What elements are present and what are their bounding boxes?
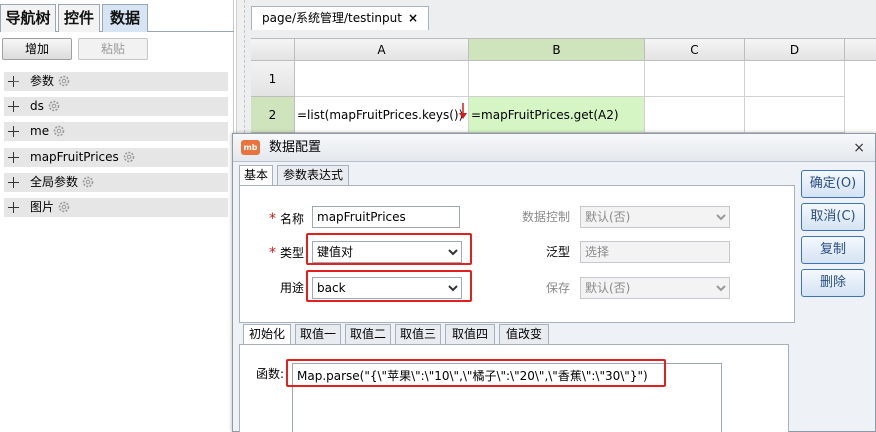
tree-item[interactable]: 全局参数 bbox=[4, 173, 228, 192]
tab-nav-tree[interactable]: 导航树 bbox=[0, 4, 56, 32]
tree-item-label: 图片 bbox=[30, 200, 55, 214]
tree-item-label: ds bbox=[30, 99, 44, 113]
save-select[interactable]: 默认(否) bbox=[580, 277, 730, 299]
copy-button[interactable]: 复制 bbox=[801, 236, 865, 264]
tree-item[interactable]: ds bbox=[4, 97, 228, 116]
cell-d1[interactable] bbox=[745, 61, 845, 97]
expand-icon[interactable] bbox=[8, 152, 19, 163]
data-config-dialog: mb 数据配置 × 基本 参数表达式 * 名称 mapFruitPrices 数据… bbox=[232, 133, 876, 432]
delete-button[interactable]: 删除 bbox=[801, 269, 865, 297]
tab-param-expression[interactable]: 参数表达式 bbox=[277, 165, 349, 185]
name-input[interactable]: mapFruitPrices bbox=[312, 206, 460, 228]
tab-init[interactable]: 初始化 bbox=[243, 324, 291, 344]
cell-d2[interactable] bbox=[745, 97, 845, 133]
data-control-select[interactable]: 默认(否) bbox=[580, 206, 730, 228]
expand-icon[interactable] bbox=[8, 76, 19, 87]
gear-icon bbox=[58, 201, 70, 213]
app-logo-icon: mb bbox=[241, 140, 260, 155]
left-toolbar: 增加 粘贴 bbox=[0, 36, 234, 64]
required-asterisk: * bbox=[268, 245, 276, 261]
cancel-button[interactable]: 取消(C) bbox=[801, 203, 865, 231]
tab-get-value-3[interactable]: 取值三 bbox=[395, 324, 441, 344]
cell-b2[interactable]: =mapFruitPrices.get(A2) bbox=[469, 97, 645, 133]
row-header-2[interactable]: 2 bbox=[251, 97, 295, 133]
gear-icon bbox=[58, 75, 70, 87]
tab-controls[interactable]: 控件 bbox=[58, 4, 100, 32]
cell-c1[interactable] bbox=[645, 61, 745, 97]
expand-icon[interactable] bbox=[8, 202, 19, 213]
gear-icon bbox=[82, 176, 94, 188]
usage-select[interactable]: back bbox=[312, 277, 462, 299]
expand-icon[interactable] bbox=[8, 126, 19, 137]
close-icon[interactable]: × bbox=[853, 134, 865, 162]
function-label: 函数: bbox=[256, 367, 285, 381]
required-asterisk: * bbox=[268, 211, 276, 227]
left-tabs: 导航树 控件 数据 bbox=[0, 4, 234, 32]
generic-label: 泛型 bbox=[545, 245, 570, 259]
save-label: 保存 bbox=[545, 281, 570, 295]
tree-item[interactable]: mapFruitPrices bbox=[4, 148, 228, 167]
expand-icon[interactable] bbox=[8, 177, 19, 188]
generic-input[interactable]: 选择 bbox=[580, 241, 730, 263]
document-tab-label: page/系统管理/testinput bbox=[262, 11, 402, 25]
tree-item-label: 参数 bbox=[30, 74, 55, 88]
column-header-d[interactable]: D bbox=[745, 39, 845, 61]
name-label: * 名称 bbox=[268, 211, 304, 227]
add-button[interactable]: 增加 bbox=[2, 38, 72, 60]
grid-corner[interactable] bbox=[251, 39, 295, 61]
chevron-down-icon bbox=[716, 214, 726, 221]
tab-get-value-2[interactable]: 取值二 bbox=[345, 324, 391, 344]
gear-icon bbox=[123, 151, 135, 163]
column-header-extra[interactable] bbox=[845, 39, 876, 61]
left-panel: 导航树 控件 数据 增加 粘贴 参数 ds me mapFruitPrices … bbox=[0, 0, 234, 432]
expand-down-arrow-icon bbox=[459, 103, 467, 119]
tab-value-change[interactable]: 值改变 bbox=[499, 324, 549, 344]
paste-button[interactable]: 粘贴 bbox=[78, 38, 148, 60]
chevron-down-icon bbox=[716, 285, 726, 292]
close-tab-icon[interactable]: × bbox=[408, 11, 418, 25]
tree-item-label: mapFruitPrices bbox=[30, 150, 119, 164]
basic-panel: * 名称 mapFruitPrices 数据控制 默认(否) * 类型 键值对 泛型… bbox=[239, 185, 795, 323]
ok-button[interactable]: 确定(O) bbox=[801, 170, 865, 198]
type-label: * 类型 bbox=[268, 245, 304, 261]
tree-item-label: 全局参数 bbox=[30, 175, 79, 189]
usage-label: 用途 bbox=[279, 281, 304, 295]
tree-item-label: me bbox=[30, 124, 50, 138]
tab-data[interactable]: 数据 bbox=[102, 4, 148, 32]
gear-icon bbox=[53, 125, 65, 137]
tab-get-value-1[interactable]: 取值一 bbox=[295, 324, 341, 344]
document-tab[interactable]: page/系统管理/testinput × bbox=[251, 6, 430, 30]
tab-basic[interactable]: 基本 bbox=[239, 165, 273, 185]
cell-a1[interactable] bbox=[295, 61, 469, 97]
dialog-title: 数据配置 bbox=[269, 140, 322, 155]
tab-get-value-4[interactable]: 取值四 bbox=[445, 324, 495, 344]
gear-icon bbox=[48, 100, 60, 112]
function-textarea[interactable]: Map.parse("{\"苹果\":\"10\",\"橘子\":\"20\",… bbox=[292, 363, 722, 432]
column-header-a[interactable]: A bbox=[295, 39, 469, 61]
chevron-down-icon bbox=[448, 249, 458, 256]
cell-c2[interactable] bbox=[645, 97, 745, 133]
row-header-1[interactable]: 1 bbox=[251, 61, 295, 97]
tree-item[interactable]: 图片 bbox=[4, 198, 228, 217]
chevron-down-icon bbox=[448, 285, 458, 292]
tree-item[interactable]: me bbox=[4, 122, 228, 141]
init-panel: 函数: Map.parse("{\"苹果\":\"10\",\"橘子\":\"2… bbox=[239, 344, 789, 432]
type-select[interactable]: 键值对 bbox=[312, 241, 462, 263]
data-control-label: 数据控制 bbox=[521, 210, 570, 224]
column-header-c[interactable]: C bbox=[645, 39, 745, 61]
expand-icon[interactable] bbox=[8, 101, 19, 112]
cell-a2[interactable]: =list(mapFruitPrices.keys()) bbox=[295, 97, 469, 133]
cell-b1[interactable] bbox=[469, 61, 645, 97]
dialog-title-bar[interactable]: mb 数据配置 × bbox=[233, 134, 875, 162]
tree-item[interactable]: 参数 bbox=[4, 72, 228, 91]
column-header-b[interactable]: B bbox=[469, 39, 645, 61]
